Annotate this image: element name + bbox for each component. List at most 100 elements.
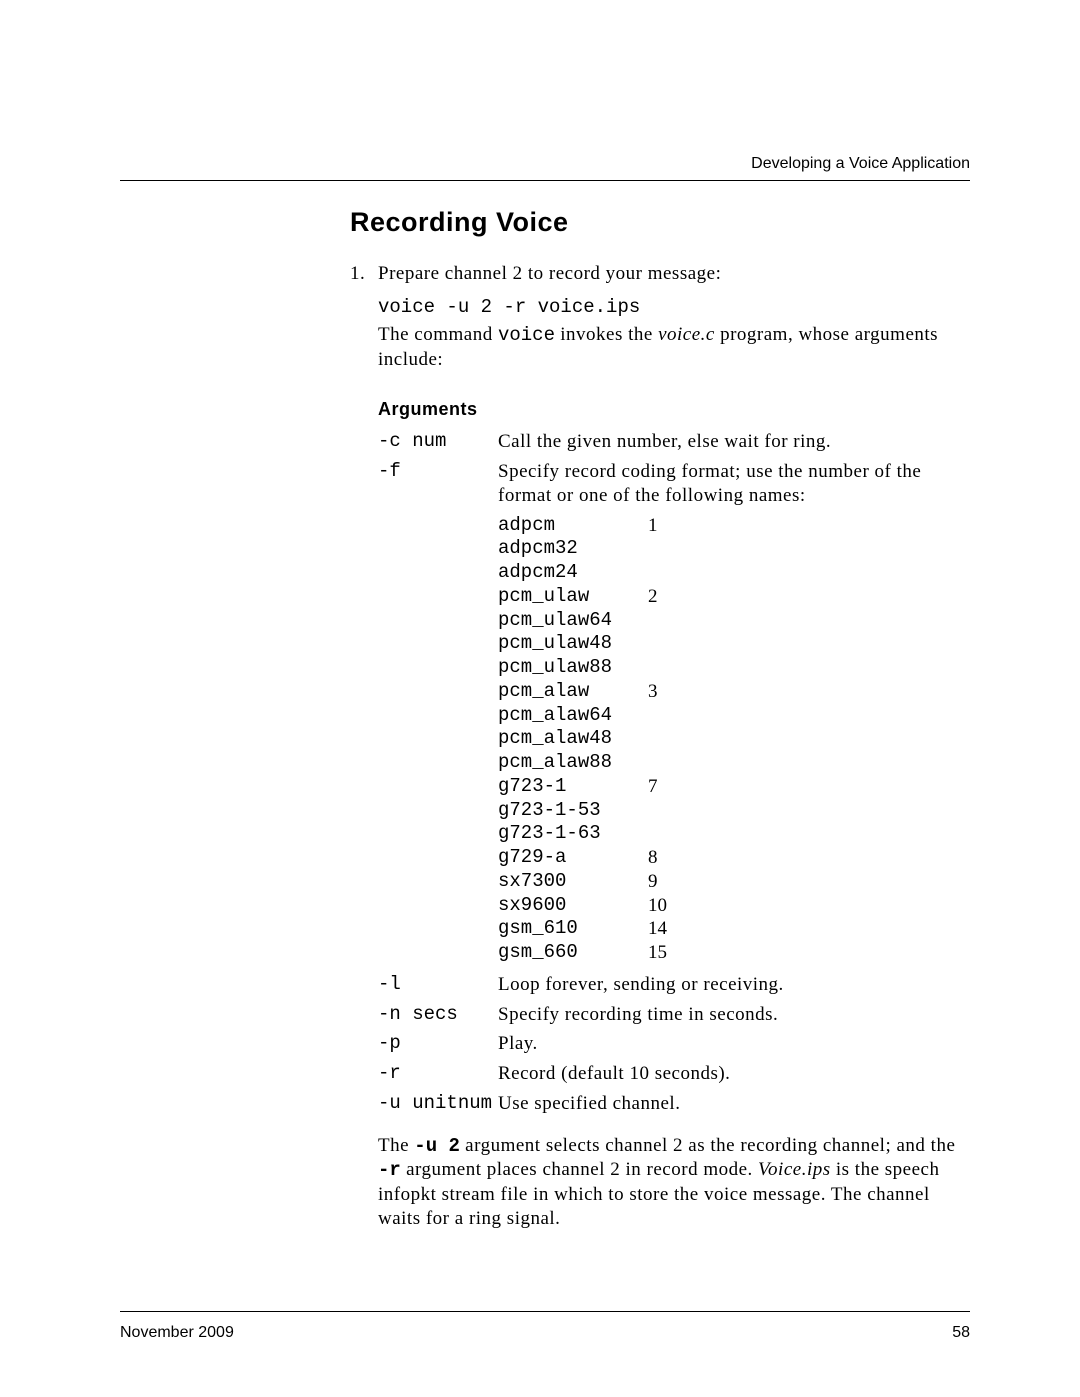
fmt-row: adpcm32 — [498, 537, 970, 561]
cmd-text-2: invokes the — [555, 324, 658, 345]
fmt-val — [648, 609, 688, 633]
fmt-val — [648, 822, 688, 846]
arg-flag: -f — [378, 460, 498, 484]
fmt-row: pcm_ulaw88 — [498, 656, 970, 680]
fmt-name: g723-1 — [498, 775, 648, 799]
fmt-val: 10 — [648, 894, 688, 918]
fmt-val — [648, 561, 688, 585]
arg-row-u: -u unitnum Use specified channel. — [378, 1092, 970, 1116]
command-line: voice -u 2 -r voice.ips — [378, 296, 970, 320]
fmt-row: adpcm24 — [498, 561, 970, 585]
fmt-name: pcm_ulaw — [498, 585, 648, 609]
cmd-voice: voice — [498, 324, 555, 346]
arg-desc: Specify recording time in seconds. — [498, 1003, 970, 1027]
fmt-val: 1 — [648, 514, 688, 538]
fmt-name: sx9600 — [498, 894, 648, 918]
fmt-val — [648, 751, 688, 775]
step-number: 1. — [350, 262, 378, 286]
arg-row-f: -f Specify record coding format; use the… — [378, 460, 970, 508]
fmt-name: adpcm24 — [498, 561, 648, 585]
arg-flag: -c num — [378, 430, 498, 454]
fmt-name: adpcm32 — [498, 537, 648, 561]
command-paragraph: The command voice invokes the voice.c pr… — [378, 323, 970, 372]
fmt-name: pcm_alaw64 — [498, 704, 648, 728]
arg-desc: Play. — [498, 1032, 970, 1056]
arg-desc: Loop forever, sending or receiving. — [498, 973, 970, 997]
closing-u2: -u 2 — [414, 1135, 460, 1157]
fmt-row: g729-a8 — [498, 846, 970, 870]
fmt-row: g723-1-63 — [498, 822, 970, 846]
fmt-val: 14 — [648, 917, 688, 941]
arg-desc: Call the given number, else wait for rin… — [498, 430, 970, 454]
fmt-val: 3 — [648, 680, 688, 704]
format-table: adpcm1 adpcm32 adpcm24 pcm_ulaw2 pcm_ula… — [498, 514, 970, 965]
page: Developing a Voice Application Recording… — [0, 0, 1080, 1397]
arg-flag: -l — [378, 973, 498, 997]
closing-text: The — [378, 1135, 414, 1156]
fmt-row: g723-1-53 — [498, 799, 970, 823]
arg-flag: -p — [378, 1032, 498, 1056]
fmt-name: pcm_ulaw64 — [498, 609, 648, 633]
fmt-val: 2 — [648, 585, 688, 609]
fmt-val: 9 — [648, 870, 688, 894]
fmt-val — [648, 799, 688, 823]
closing-paragraph: The -u 2 argument selects channel 2 as t… — [378, 1134, 970, 1231]
fmt-val: 8 — [648, 846, 688, 870]
fmt-name: g723-1-63 — [498, 822, 648, 846]
fmt-val: 15 — [648, 941, 688, 965]
fmt-row: pcm_alaw88 — [498, 751, 970, 775]
fmt-row: pcm_ulaw48 — [498, 632, 970, 656]
arg-row-p: -p Play. — [378, 1032, 970, 1056]
step-1: 1. Prepare channel 2 to record your mess… — [350, 262, 970, 286]
closing-text: argument places channel 2 in record mode… — [401, 1159, 758, 1180]
fmt-name: g723-1-53 — [498, 799, 648, 823]
arg-desc: Specify record coding format; use the nu… — [498, 460, 970, 508]
fmt-val — [648, 704, 688, 728]
cmd-text-1: The command — [378, 324, 498, 345]
arg-row-n: -n secs Specify recording time in second… — [378, 1003, 970, 1027]
closing-r: -r — [378, 1159, 401, 1181]
arg-flag: -n secs — [378, 1003, 498, 1027]
fmt-row: adpcm1 — [498, 514, 970, 538]
fmt-name: pcm_alaw — [498, 680, 648, 704]
fmt-val — [648, 537, 688, 561]
fmt-row: sx73009 — [498, 870, 970, 894]
content: Recording Voice 1. Prepare channel 2 to … — [350, 206, 970, 1231]
fmt-row: pcm_alaw3 — [498, 680, 970, 704]
arg-row-c: -c num Call the given number, else wait … — [378, 430, 970, 454]
arguments-head: Arguments — [378, 398, 970, 421]
arg-desc: Use specified channel. — [498, 1092, 970, 1116]
cmd-voice-c: voice.c — [658, 324, 715, 345]
fmt-name: pcm_ulaw48 — [498, 632, 648, 656]
fmt-name: sx7300 — [498, 870, 648, 894]
fmt-row: pcm_ulaw2 — [498, 585, 970, 609]
arg-desc: Record (default 10 seconds). — [498, 1062, 970, 1086]
fmt-row: g723-17 — [498, 775, 970, 799]
fmt-val — [648, 727, 688, 751]
footer-date: November 2009 — [120, 1324, 234, 1342]
fmt-name: g729-a — [498, 846, 648, 870]
fmt-row: pcm_alaw64 — [498, 704, 970, 728]
arg-row-l: -l Loop forever, sending or receiving. — [378, 973, 970, 997]
fmt-name: pcm_alaw48 — [498, 727, 648, 751]
fmt-val — [648, 656, 688, 680]
arg-flag: -u unitnum — [378, 1092, 498, 1116]
fmt-name: adpcm — [498, 514, 648, 538]
running-head: Developing a Voice Application — [751, 155, 970, 173]
fmt-row: pcm_ulaw64 — [498, 609, 970, 633]
fmt-val: 7 — [648, 775, 688, 799]
arg-flag: -r — [378, 1062, 498, 1086]
footer-page-number: 58 — [952, 1324, 970, 1342]
arg-row-r: -r Record (default 10 seconds). — [378, 1062, 970, 1086]
bottom-rule — [120, 1311, 970, 1312]
step-text: Prepare channel 2 to record your message… — [378, 262, 970, 286]
fmt-name: gsm_610 — [498, 917, 648, 941]
fmt-name: pcm_ulaw88 — [498, 656, 648, 680]
fmt-row: pcm_alaw48 — [498, 727, 970, 751]
top-rule — [120, 180, 970, 181]
fmt-row: gsm_66015 — [498, 941, 970, 965]
section-title: Recording Voice — [350, 206, 970, 240]
closing-voice-ips: Voice.ips — [758, 1159, 831, 1180]
closing-text: argument selects channel 2 as the record… — [460, 1135, 955, 1156]
fmt-row: sx960010 — [498, 894, 970, 918]
